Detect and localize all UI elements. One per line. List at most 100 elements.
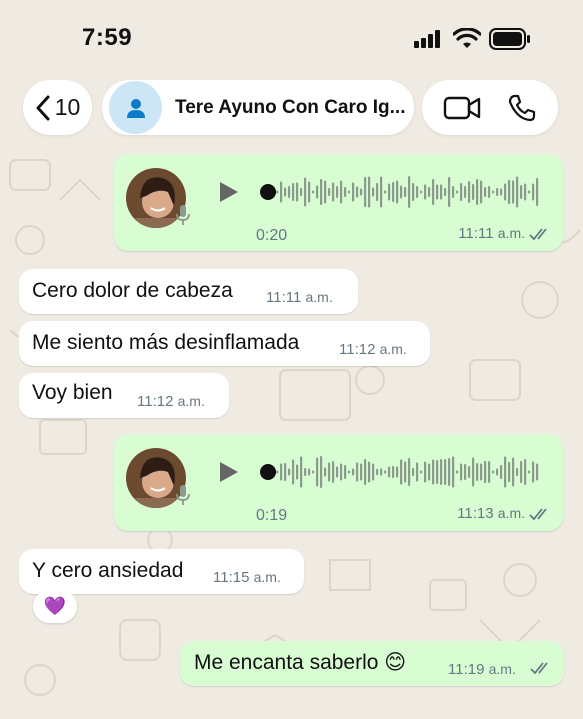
waveform-bar bbox=[356, 462, 359, 482]
message-meta: 11:13 a.m. bbox=[457, 505, 551, 522]
waveform-bar bbox=[336, 186, 339, 198]
waveform-bar bbox=[376, 469, 379, 475]
waveform-bar bbox=[384, 190, 387, 194]
waveform-bar bbox=[456, 470, 459, 474]
waveform-bar bbox=[304, 468, 307, 476]
playback-scrubber[interactable] bbox=[260, 464, 276, 480]
waveform-bar bbox=[368, 461, 371, 483]
play-icon[interactable] bbox=[218, 460, 240, 484]
waveform-bar bbox=[500, 465, 503, 479]
waveform-bar bbox=[300, 456, 303, 488]
message-ampm: a.m. bbox=[305, 289, 333, 305]
double-check-icon bbox=[530, 662, 548, 675]
waveform-bar bbox=[396, 466, 399, 478]
waveform-bar bbox=[376, 183, 379, 201]
play-icon[interactable] bbox=[218, 180, 240, 204]
message-bubble-incoming[interactable]: Y cero ansiedad 11:15 a.m. bbox=[19, 549, 304, 594]
waveform[interactable] bbox=[276, 452, 546, 492]
waveform-bar bbox=[476, 179, 479, 205]
waveform-bar bbox=[320, 456, 323, 488]
waveform-bar bbox=[384, 470, 387, 474]
waveform-bar bbox=[288, 468, 291, 476]
message-bubble-outgoing[interactable]: Me encanta saberlo 😊 11:19 a.m. bbox=[180, 641, 564, 686]
waveform-bar bbox=[292, 459, 295, 485]
waveform-bar bbox=[428, 463, 431, 481]
waveform-bar bbox=[448, 177, 451, 207]
waveform-bar bbox=[528, 190, 531, 194]
waveform-bar bbox=[420, 190, 423, 194]
avatar[interactable] bbox=[109, 81, 162, 134]
message-bubble-incoming[interactable]: Me siento más desinflamada 11:12 a.m. bbox=[19, 321, 430, 366]
waveform-bar bbox=[364, 177, 367, 207]
waveform-bar bbox=[420, 470, 423, 474]
waveform-bar bbox=[320, 179, 323, 205]
waveform-bar bbox=[412, 468, 415, 476]
waveform-bar bbox=[452, 186, 455, 198]
chevron-left-icon bbox=[36, 95, 50, 120]
unread-count: 10 bbox=[54, 94, 81, 120]
back-button[interactable]: 10 bbox=[23, 80, 92, 135]
reaction-badge[interactable]: 💜 bbox=[33, 590, 77, 623]
voice-message[interactable]: 0:19 11:13 a.m. bbox=[114, 434, 563, 531]
call-actions bbox=[422, 80, 558, 135]
waveform-bar bbox=[516, 468, 519, 476]
message-bubble-incoming[interactable]: Cero dolor de cabeza 11:11 a.m. bbox=[19, 269, 358, 314]
waveform-bar bbox=[316, 457, 319, 487]
waveform-bar bbox=[528, 470, 531, 474]
voice-message[interactable]: 0:20 11:11 a.m. bbox=[114, 154, 563, 251]
waveform-bar bbox=[332, 461, 335, 483]
message-ampm: a.m. bbox=[379, 341, 407, 357]
message-time: 11:15 bbox=[213, 569, 250, 586]
waveform-bar bbox=[536, 178, 539, 206]
waveform-bar bbox=[348, 190, 351, 194]
waveform-bar bbox=[380, 468, 383, 476]
playback-scrubber[interactable] bbox=[260, 184, 276, 200]
waveform-bar bbox=[356, 186, 359, 198]
waveform-bar bbox=[352, 468, 355, 476]
waveform-bar bbox=[392, 466, 395, 478]
waveform-bar bbox=[496, 188, 499, 196]
contact-header[interactable]: Tere Ayuno Con Caro Ig... bbox=[102, 80, 414, 135]
waveform-bar bbox=[508, 462, 511, 482]
waveform-bar bbox=[372, 463, 375, 481]
waveform-bar bbox=[340, 463, 343, 481]
waveform-bar bbox=[336, 466, 339, 478]
message-meta: 11:11 a.m. bbox=[458, 225, 551, 242]
waveform-bar bbox=[464, 186, 467, 198]
waveform-bar bbox=[296, 182, 299, 202]
message-ampm: a.m. bbox=[253, 569, 281, 585]
voice-duration: 0:20 bbox=[256, 227, 288, 244]
waveform-bar bbox=[496, 468, 499, 476]
waveform-bar bbox=[368, 176, 371, 208]
waveform[interactable] bbox=[276, 172, 546, 212]
waveform-bar bbox=[404, 187, 407, 197]
waveform-bar bbox=[300, 188, 303, 196]
phone-icon[interactable] bbox=[507, 93, 537, 123]
message-bubble-incoming[interactable]: Voy bien 11:12 a.m. bbox=[19, 373, 229, 418]
waveform-bar bbox=[440, 459, 443, 485]
waveform-bar bbox=[452, 456, 455, 488]
waveform-bar bbox=[448, 458, 451, 486]
waveform-bar bbox=[328, 188, 331, 196]
message-text: Cero dolor de cabeza bbox=[32, 279, 233, 302]
waveform-bar bbox=[480, 180, 483, 204]
battery-icon bbox=[489, 28, 530, 50]
double-check-icon bbox=[529, 227, 547, 240]
message-text: Me siento más desinflamada bbox=[32, 331, 300, 354]
waveform-bar bbox=[332, 182, 335, 202]
waveform-bar bbox=[276, 190, 279, 194]
message-ampm: a.m. bbox=[177, 393, 205, 409]
waveform-bar bbox=[436, 184, 439, 200]
waveform-bar bbox=[316, 185, 319, 199]
waveform-bar bbox=[364, 459, 367, 485]
waveform-bar bbox=[488, 461, 491, 483]
waveform-bar bbox=[324, 180, 327, 204]
waveform-bar bbox=[392, 182, 395, 202]
waveform-bar bbox=[404, 461, 407, 483]
waveform-bar bbox=[388, 466, 391, 478]
video-call-icon[interactable] bbox=[443, 95, 481, 121]
waveform-bar bbox=[500, 188, 503, 196]
waveform-bar bbox=[444, 459, 447, 485]
waveform-bar bbox=[360, 188, 363, 196]
waveform-bar bbox=[508, 180, 511, 204]
